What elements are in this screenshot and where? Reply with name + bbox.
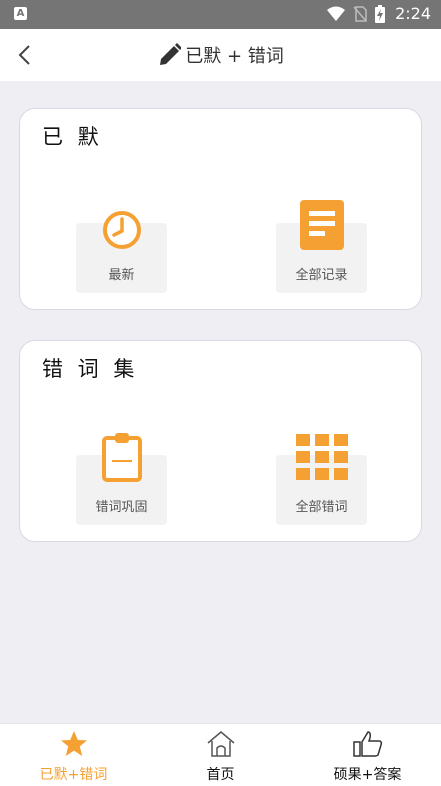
tile-all-wrong-words[interactable]: 全部错词 <box>276 434 367 525</box>
clipboard-icon <box>101 433 142 482</box>
section-title: 已 默 <box>42 125 103 149</box>
wifi-icon <box>327 6 346 21</box>
tab-results-answers[interactable]: 硕果+答案 <box>294 724 441 786</box>
tab-label: 首页 <box>206 767 235 783</box>
bottom-tab-bar: 已默+错词 首页 硕果+答案 <box>0 723 441 786</box>
tile-label: 全部错词 <box>295 500 348 515</box>
pencil-icon <box>160 43 182 65</box>
tile-label: 全部记录 <box>295 268 348 283</box>
tile-latest[interactable]: 最新 <box>76 211 167 293</box>
header: 已默 + 错词 <box>0 29 441 81</box>
title-wrap: 已默 + 错词 <box>0 42 441 68</box>
tab-home[interactable]: 首页 <box>147 724 294 786</box>
battery-charging-icon <box>375 4 386 23</box>
tile-label: 最新 <box>108 268 135 283</box>
home-icon <box>207 731 234 757</box>
grid-icon <box>295 434 348 480</box>
section-card-yimo: 已 默 最新 全部记录 <box>19 108 422 310</box>
section-card-cuocijii: 错 词 集 错词巩固 全部错词 <box>19 340 422 542</box>
clock-time: 2:24 <box>395 4 431 23</box>
tab-label: 已默+错词 <box>39 767 108 783</box>
tab-yimo-cuoci[interactable]: 已默+错词 <box>0 724 147 786</box>
status-bar: A 2:24 <box>0 0 441 29</box>
document-icon <box>299 200 344 250</box>
section-title: 错 词 集 <box>42 357 139 381</box>
tile-all-records[interactable]: 全部记录 <box>276 200 367 293</box>
tile-word-review[interactable]: 错词巩固 <box>76 433 167 525</box>
thumbs-up-icon <box>352 731 382 757</box>
star-icon <box>60 731 87 756</box>
no-sim-icon <box>353 5 367 22</box>
tile-label: 错词巩固 <box>95 500 148 515</box>
clock-icon <box>102 211 141 249</box>
system-icons: 2:24 <box>327 4 431 23</box>
a-icon: A <box>14 7 27 20</box>
tab-label: 硕果+答案 <box>333 767 402 783</box>
page-title: 已默 + 错词 <box>185 46 284 67</box>
